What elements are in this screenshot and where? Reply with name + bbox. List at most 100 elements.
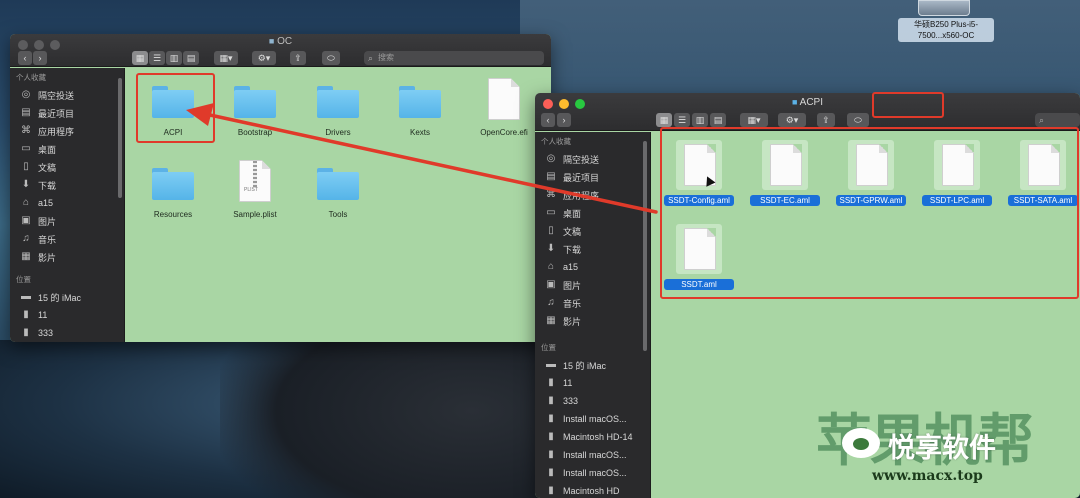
gallery-view-button[interactable]: ▤: [183, 51, 199, 65]
folder-icon: [234, 86, 276, 118]
sidebar-item-label: 11: [38, 310, 48, 320]
forward-button[interactable]: ›: [557, 113, 571, 127]
window-title: ■ OC: [10, 36, 551, 47]
sidebar-item-label: 应用程序: [38, 126, 75, 137]
sidebar-item-movies[interactable]: ▦ 影片: [535, 312, 650, 330]
folder-icon: [317, 86, 359, 118]
watermark: 苹果机帮 悦享软件 www.macx.top: [816, 404, 1068, 494]
disk-icon: ▮: [548, 467, 554, 478]
list-view-button[interactable]: ☰: [149, 51, 165, 65]
home-icon: ⌂: [547, 261, 555, 272]
sidebar-item-movies[interactable]: ▦ 影片: [10, 248, 124, 266]
sidebar-item-applications[interactable]: ⌘ 应用程序: [535, 186, 650, 204]
sidebar-item-downloads[interactable]: ⬇ 下载: [10, 176, 124, 194]
action-gear-button[interactable]: ⚙▾: [252, 51, 276, 65]
folder-icon: [399, 86, 441, 118]
list-view-button[interactable]: ☰: [674, 113, 690, 127]
sidebar-item-label: 桌面: [38, 144, 57, 155]
sidebar-item-label: 15 的 iMac: [563, 360, 607, 371]
sidebar-item-label: 11: [563, 378, 573, 388]
sidebar-scrollbar[interactable]: [118, 78, 122, 198]
sidebar-item-documents[interactable]: ▯ 文稿: [10, 158, 124, 176]
sidebar-item-disk[interactable]: ▮ Install macOS...: [535, 446, 650, 464]
item-label: OpenCore.efi: [480, 128, 528, 137]
tag-button[interactable]: ⬭: [322, 51, 340, 65]
music-icon: ♫: [547, 297, 555, 308]
pictures-icon: ▣: [21, 215, 31, 226]
sidebar-item-label: Install macOS...: [563, 450, 627, 460]
sidebar-item-applications[interactable]: ⌘ 应用程序: [10, 122, 124, 140]
item-label: Drivers: [325, 128, 351, 137]
sidebar-item-disk[interactable]: ▮ Install macOS...: [535, 464, 650, 482]
folder-icon: ■: [791, 97, 798, 107]
sidebar-item-disk[interactable]: ▮ 11: [535, 374, 650, 392]
sidebar-item-home[interactable]: ⌂ a15: [535, 258, 650, 276]
search-input[interactable]: [1035, 113, 1080, 127]
sidebar-item-computer[interactable]: ▬ 15 的 iMac: [10, 288, 124, 306]
sidebar-item-label: 15 的 iMac: [38, 292, 82, 303]
forward-button[interactable]: ›: [33, 51, 47, 65]
sidebar: 个人收藏 ◎ 隔空投送 ▤ 最近项目 ⌘ 应用程序 ▭ 桌面 ▯ 文稿 ⬇ 下载 ⌂ a15 ▣ 图片 ♫ 音乐 ▦…: [10, 68, 125, 342]
column-view-button[interactable]: ▥: [692, 113, 708, 127]
item-label: Tools: [328, 210, 348, 219]
tag-button[interactable]: ⬭: [847, 113, 869, 127]
sidebar-item-label: 隔空投送: [563, 154, 600, 165]
sidebar-item-pictures[interactable]: ▣ 图片: [535, 276, 650, 294]
sidebar-item-recents[interactable]: ▤ 最近项目: [10, 104, 124, 122]
disk-icon: ▮: [548, 485, 554, 496]
external-drive-icon[interactable]: [918, 0, 970, 16]
sidebar-item-disk[interactable]: ▮ Macintosh HD-14: [535, 428, 650, 446]
sidebar-item-music[interactable]: ♫ 音乐: [10, 230, 124, 248]
music-icon: ♫: [22, 233, 30, 244]
sidebar-item-label: a15: [563, 262, 579, 272]
window-title-text: ACPI: [799, 97, 823, 108]
sidebar-item-airdrop[interactable]: ◎ 隔空投送: [535, 150, 650, 168]
sidebar-item-disk[interactable]: ▮ 11: [10, 306, 124, 324]
share-button[interactable]: ⇪: [817, 113, 835, 127]
action-gear-button[interactable]: ⚙▾: [778, 113, 806, 127]
sidebar-item-computer[interactable]: ▬ 15 的 iMac: [535, 356, 650, 374]
sidebar-heading-locations: 位置: [16, 275, 31, 284]
sidebar-item-disk[interactable]: ▮ Install macOS...: [535, 410, 650, 428]
sidebar-item-label: a15: [38, 198, 54, 208]
documents-icon: ▯: [23, 161, 29, 172]
share-button[interactable]: ⇪: [290, 51, 306, 65]
sidebar-item-music[interactable]: ♫ 音乐: [535, 294, 650, 312]
folder-icon: [152, 168, 194, 200]
sidebar-item-desktop[interactable]: ▭ 桌面: [535, 204, 650, 222]
gallery-view-button[interactable]: ▤: [710, 113, 726, 127]
disk-icon: ▮: [548, 431, 554, 442]
back-button[interactable]: ‹: [18, 51, 32, 65]
sidebar-item-home[interactable]: ⌂ a15: [10, 194, 124, 212]
search-input[interactable]: 搜索: [364, 51, 544, 65]
icon-view-button[interactable]: ▦: [132, 51, 148, 65]
sidebar-item-disk[interactable]: ▮ 333: [535, 392, 650, 410]
highlight-box-window-title: [872, 92, 944, 118]
desktop-icon: ▭: [546, 207, 556, 218]
sidebar-item-disk[interactable]: ▮ Macintosh HD: [535, 482, 650, 498]
group-button[interactable]: ▦▾: [214, 51, 238, 65]
watermark-brand: 悦享软件: [888, 433, 996, 463]
sidebar-item-downloads[interactable]: ⬇ 下载: [535, 240, 650, 258]
highlight-box-acpi-folder: [136, 73, 215, 143]
item-label: Sample.plist: [233, 210, 277, 219]
icon-view-button[interactable]: ▦: [656, 113, 672, 127]
sidebar-item-label: 图片: [563, 280, 582, 291]
item-label: Kexts: [409, 128, 430, 137]
recents-icon: ▤: [546, 171, 556, 182]
disk-icon: ▮: [23, 309, 29, 320]
sidebar-item-desktop[interactable]: ▭ 桌面: [10, 140, 124, 158]
group-button[interactable]: ▦▾: [740, 113, 768, 127]
sidebar-scrollbar[interactable]: [643, 141, 647, 351]
back-button[interactable]: ‹: [541, 113, 555, 127]
plist-tag: PLIST: [244, 187, 258, 193]
window-title-text: OC: [277, 36, 293, 47]
sidebar-item-documents[interactable]: ▯ 文稿: [535, 222, 650, 240]
sidebar-item-disk[interactable]: ▮ 333: [10, 324, 124, 342]
sidebar-item-airdrop[interactable]: ◎ 隔空投送: [10, 86, 124, 104]
computer-icon: ▬: [21, 291, 31, 302]
disk-icon: ▮: [23, 327, 29, 338]
column-view-button[interactable]: ▥: [166, 51, 182, 65]
sidebar-item-pictures[interactable]: ▣ 图片: [10, 212, 124, 230]
sidebar-item-recents[interactable]: ▤ 最近项目: [535, 168, 650, 186]
